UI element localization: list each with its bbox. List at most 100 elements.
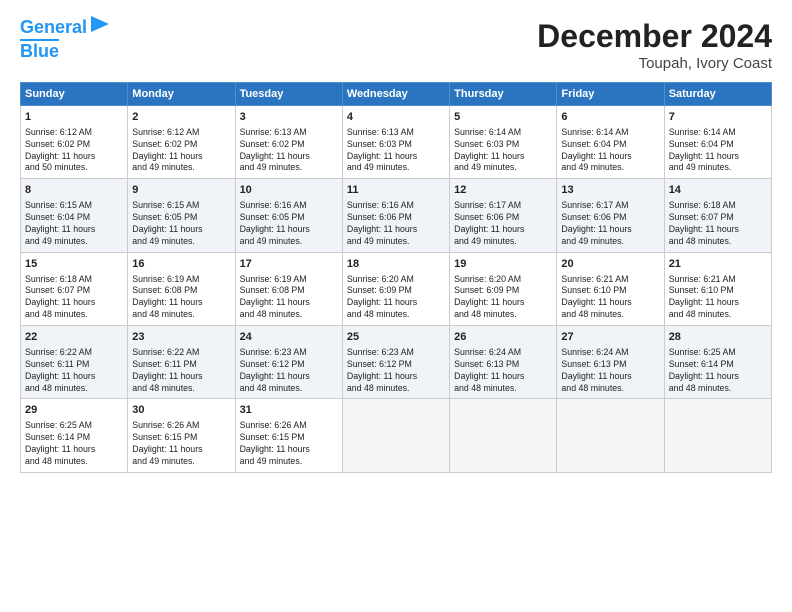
logo-general: General bbox=[20, 17, 87, 37]
day-info: Sunrise: 6:15 AM bbox=[25, 200, 123, 212]
col-header-wednesday: Wednesday bbox=[342, 83, 449, 106]
day-info: and 48 minutes. bbox=[347, 383, 445, 395]
calendar-cell: 17Sunrise: 6:19 AMSunset: 6:08 PMDayligh… bbox=[235, 252, 342, 325]
day-info: Daylight: 11 hours bbox=[347, 297, 445, 309]
day-info: and 48 minutes. bbox=[132, 309, 230, 321]
day-info: Daylight: 11 hours bbox=[347, 224, 445, 236]
day-info: Sunset: 6:14 PM bbox=[669, 359, 767, 371]
calendar-cell: 25Sunrise: 6:23 AMSunset: 6:12 PMDayligh… bbox=[342, 326, 449, 399]
day-info: Daylight: 11 hours bbox=[25, 371, 123, 383]
day-info: Daylight: 11 hours bbox=[132, 151, 230, 163]
col-header-monday: Monday bbox=[128, 83, 235, 106]
day-info: and 48 minutes. bbox=[240, 309, 338, 321]
calendar-cell: 24Sunrise: 6:23 AMSunset: 6:12 PMDayligh… bbox=[235, 326, 342, 399]
col-header-thursday: Thursday bbox=[450, 83, 557, 106]
day-info: Sunrise: 6:19 AM bbox=[240, 274, 338, 286]
day-number: 18 bbox=[347, 257, 445, 272]
day-info: and 49 minutes. bbox=[240, 236, 338, 248]
day-info: Sunset: 6:02 PM bbox=[240, 139, 338, 151]
day-info: Sunset: 6:06 PM bbox=[347, 212, 445, 224]
day-info: Daylight: 11 hours bbox=[347, 151, 445, 163]
day-info: Sunset: 6:13 PM bbox=[454, 359, 552, 371]
day-info: and 48 minutes. bbox=[669, 236, 767, 248]
day-info: Sunset: 6:11 PM bbox=[25, 359, 123, 371]
day-info: Sunset: 6:08 PM bbox=[240, 285, 338, 297]
day-info: Sunset: 6:04 PM bbox=[561, 139, 659, 151]
calendar-cell: 3Sunrise: 6:13 AMSunset: 6:02 PMDaylight… bbox=[235, 106, 342, 179]
day-number: 8 bbox=[25, 183, 123, 198]
day-info: and 50 minutes. bbox=[25, 162, 123, 174]
calendar-cell: 28Sunrise: 6:25 AMSunset: 6:14 PMDayligh… bbox=[664, 326, 771, 399]
calendar-cell: 4Sunrise: 6:13 AMSunset: 6:03 PMDaylight… bbox=[342, 106, 449, 179]
day-info: Sunset: 6:07 PM bbox=[669, 212, 767, 224]
header-row: SundayMondayTuesdayWednesdayThursdayFrid… bbox=[21, 83, 772, 106]
logo-blue: Blue bbox=[20, 41, 59, 61]
day-info: Daylight: 11 hours bbox=[454, 297, 552, 309]
day-info: Sunset: 6:13 PM bbox=[561, 359, 659, 371]
day-info: Sunrise: 6:12 AM bbox=[132, 127, 230, 139]
day-info: Sunrise: 6:17 AM bbox=[454, 200, 552, 212]
day-info: and 48 minutes. bbox=[240, 383, 338, 395]
day-number: 5 bbox=[454, 110, 552, 125]
day-number: 19 bbox=[454, 257, 552, 272]
day-info: and 49 minutes. bbox=[132, 162, 230, 174]
calendar-cell: 8Sunrise: 6:15 AMSunset: 6:04 PMDaylight… bbox=[21, 179, 128, 252]
day-info: and 48 minutes. bbox=[561, 383, 659, 395]
day-info: and 48 minutes. bbox=[669, 383, 767, 395]
day-info: Sunrise: 6:26 AM bbox=[240, 420, 338, 432]
week-row-2: 8Sunrise: 6:15 AMSunset: 6:04 PMDaylight… bbox=[21, 179, 772, 252]
calendar-cell: 31Sunrise: 6:26 AMSunset: 6:15 PMDayligh… bbox=[235, 399, 342, 472]
day-number: 14 bbox=[669, 183, 767, 198]
calendar-cell: 29Sunrise: 6:25 AMSunset: 6:14 PMDayligh… bbox=[21, 399, 128, 472]
day-info: Sunset: 6:08 PM bbox=[132, 285, 230, 297]
day-number: 4 bbox=[347, 110, 445, 125]
day-info: and 49 minutes. bbox=[454, 162, 552, 174]
day-info: Daylight: 11 hours bbox=[454, 224, 552, 236]
day-info: and 48 minutes. bbox=[347, 309, 445, 321]
day-info: Daylight: 11 hours bbox=[669, 371, 767, 383]
day-info: Sunset: 6:05 PM bbox=[240, 212, 338, 224]
day-info: Sunset: 6:12 PM bbox=[347, 359, 445, 371]
calendar-cell bbox=[342, 399, 449, 472]
day-number: 11 bbox=[347, 183, 445, 198]
day-info: and 49 minutes. bbox=[561, 162, 659, 174]
day-info: and 49 minutes. bbox=[347, 162, 445, 174]
calendar-cell: 21Sunrise: 6:21 AMSunset: 6:10 PMDayligh… bbox=[664, 252, 771, 325]
day-number: 13 bbox=[561, 183, 659, 198]
calendar-cell: 16Sunrise: 6:19 AMSunset: 6:08 PMDayligh… bbox=[128, 252, 235, 325]
day-info: Sunrise: 6:24 AM bbox=[454, 347, 552, 359]
calendar-cell: 9Sunrise: 6:15 AMSunset: 6:05 PMDaylight… bbox=[128, 179, 235, 252]
day-info: Sunrise: 6:20 AM bbox=[454, 274, 552, 286]
day-info: Daylight: 11 hours bbox=[561, 151, 659, 163]
calendar-cell: 11 Sunrise: 6:16 AMSunset: 6:06 PMDayligh… bbox=[342, 179, 449, 252]
day-info: Sunset: 6:11 PM bbox=[132, 359, 230, 371]
day-info: Sunrise: 6:16 AM bbox=[347, 200, 445, 212]
day-info: Sunrise: 6:15 AM bbox=[132, 200, 230, 212]
day-info: Daylight: 11 hours bbox=[669, 151, 767, 163]
day-info: Daylight: 11 hours bbox=[240, 224, 338, 236]
calendar-cell: 15Sunrise: 6:18 AMSunset: 6:07 PMDayligh… bbox=[21, 252, 128, 325]
day-info: and 48 minutes. bbox=[561, 309, 659, 321]
day-info: Sunset: 6:10 PM bbox=[669, 285, 767, 297]
day-info: Daylight: 11 hours bbox=[132, 444, 230, 456]
day-number: 23 bbox=[132, 330, 230, 345]
calendar-cell: 5Sunrise: 6:14 AMSunset: 6:03 PMDaylight… bbox=[450, 106, 557, 179]
day-info: Daylight: 11 hours bbox=[561, 371, 659, 383]
calendar-cell: 6Sunrise: 6:14 AMSunset: 6:04 PMDaylight… bbox=[557, 106, 664, 179]
day-info: Daylight: 11 hours bbox=[25, 224, 123, 236]
day-info: Sunrise: 6:14 AM bbox=[669, 127, 767, 139]
day-info: Daylight: 11 hours bbox=[25, 151, 123, 163]
day-info: Sunrise: 6:18 AM bbox=[669, 200, 767, 212]
day-info: Sunset: 6:05 PM bbox=[132, 212, 230, 224]
day-info: Daylight: 11 hours bbox=[240, 151, 338, 163]
day-info: Sunrise: 6:26 AM bbox=[132, 420, 230, 432]
day-info: Daylight: 11 hours bbox=[347, 371, 445, 383]
day-info: Sunrise: 6:23 AM bbox=[347, 347, 445, 359]
day-info: Sunset: 6:14 PM bbox=[25, 432, 123, 444]
day-info: Sunrise: 6:13 AM bbox=[347, 127, 445, 139]
week-row-3: 15Sunrise: 6:18 AMSunset: 6:07 PMDayligh… bbox=[21, 252, 772, 325]
calendar-cell: 1Sunrise: 6:12 AMSunset: 6:02 PMDaylight… bbox=[21, 106, 128, 179]
day-info: Sunset: 6:15 PM bbox=[132, 432, 230, 444]
calendar-cell: 27Sunrise: 6:24 AMSunset: 6:13 PMDayligh… bbox=[557, 326, 664, 399]
day-info: Sunrise: 6:12 AM bbox=[25, 127, 123, 139]
